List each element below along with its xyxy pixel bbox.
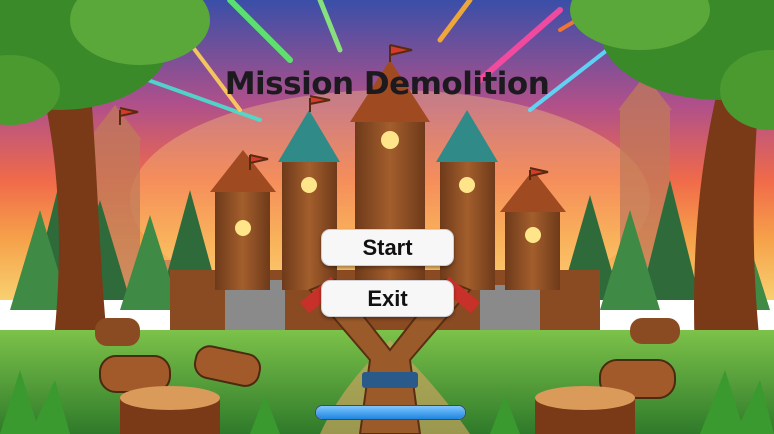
loading-progress-fill — [316, 406, 465, 419]
exit-button[interactable]: Exit — [321, 280, 454, 317]
loading-progress-bar — [315, 405, 466, 420]
game-title: Mission Demolition — [224, 66, 550, 102]
start-button[interactable]: Start — [321, 229, 454, 266]
